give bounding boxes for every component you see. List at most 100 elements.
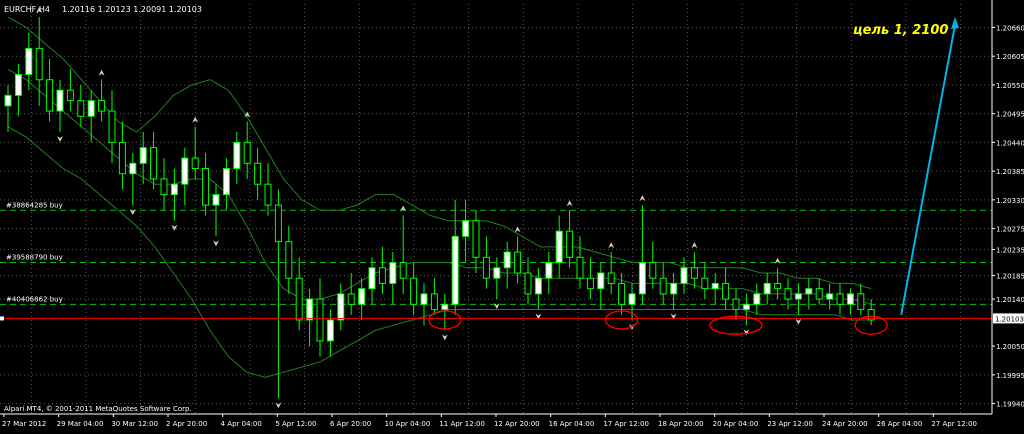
candle-body — [181, 157, 189, 185]
candle-body — [430, 293, 438, 311]
candle-body — [264, 183, 272, 206]
candle-body — [441, 303, 449, 311]
price-tick-label: 1.20660 — [996, 25, 1024, 33]
candle-body — [285, 241, 293, 279]
current-price-label: 1.20103 — [995, 315, 1024, 323]
price-tick-label: 1.20235 — [996, 246, 1024, 254]
candle-body — [129, 162, 137, 175]
price-tick-label: 1.19995 — [996, 372, 1024, 380]
candle-body — [222, 168, 230, 196]
candle-body — [836, 293, 844, 305]
chart-window[interactable]: #38864285 buy #39588790 buy #40406862 buy … — [0, 0, 1024, 430]
time-tick-label: 29 Mar 04:00 — [57, 420, 104, 428]
copyright-label: Alpari MT4, © 2001-2011 MetaQuotes Softw… — [4, 405, 192, 413]
candle-body — [472, 220, 480, 258]
candle-body — [753, 293, 761, 305]
time-tick-label: 2 Apr 20:00 — [166, 420, 207, 428]
candle-body — [233, 141, 241, 170]
candle-body — [826, 293, 834, 300]
ohlc-label: 1.20116 1.20123 1.20091 1.20103 — [62, 5, 202, 14]
candle-body — [638, 262, 646, 295]
candle-body — [482, 256, 490, 279]
candle-body — [805, 288, 813, 295]
order-line-label: #39588790 buy — [6, 254, 63, 262]
price-chart[interactable]: #38864285 buy#39588790 buy#40406862 buy … — [0, 0, 1024, 430]
candle-body — [160, 178, 168, 196]
candle-body — [451, 235, 459, 305]
symbol-label: EURCHF,H4 — [4, 5, 50, 14]
candle-body — [35, 47, 43, 81]
candle-body — [670, 282, 678, 295]
price-tick-label: 1.20440 — [996, 139, 1024, 147]
time-tick-label: 26 Apr 04:00 — [877, 420, 923, 428]
candle-body — [212, 194, 220, 206]
price-tick-label: 1.20050 — [996, 343, 1024, 351]
candle-body — [555, 230, 563, 264]
time-tick-label: 4 Apr 04:00 — [221, 420, 262, 428]
price-tick-label: 1.20385 — [996, 168, 1024, 176]
time-tick-label: 16 Apr 04:00 — [549, 420, 595, 428]
candle-body — [815, 288, 823, 300]
price-tick-label: 1.20140 — [996, 296, 1024, 304]
candle-body — [46, 79, 54, 112]
candle-body — [274, 204, 282, 243]
candle-body — [4, 94, 12, 107]
candle-body — [191, 157, 199, 170]
time-tick-label: 11 Apr 12:00 — [439, 420, 485, 428]
price-tick-label: 1.20605 — [996, 53, 1024, 61]
candle-body — [98, 100, 106, 112]
candle-body — [586, 277, 594, 290]
candle-body — [514, 251, 522, 274]
candle-body — [77, 100, 85, 117]
time-tick-label: 10 Apr 04:00 — [385, 420, 431, 428]
candle-body — [347, 293, 355, 305]
time-tick-label: 24 Apr 20:00 — [822, 420, 868, 428]
price-tick-label: 1.20275 — [996, 226, 1024, 234]
order-line-label: #38864285 buy — [6, 201, 63, 209]
time-tick-label: 17 Apr 12:00 — [603, 420, 649, 428]
candle-body — [857, 293, 865, 311]
time-tick-label: 27 Apr 12:00 — [931, 420, 977, 428]
candle-body — [701, 277, 709, 290]
price-tick-label: 1.19940 — [996, 401, 1024, 409]
candle-body — [659, 277, 667, 295]
candle-body — [680, 267, 688, 284]
price-tick-label: 1.20330 — [996, 197, 1024, 205]
candle-body — [784, 288, 792, 300]
candle-body — [326, 319, 334, 342]
chart-background — [0, 0, 1024, 430]
candle-body — [378, 267, 386, 284]
candle-body — [576, 256, 584, 279]
candle-body — [368, 267, 376, 290]
candle-body — [358, 288, 366, 305]
time-tick-label: 27 Mar 2012 — [2, 420, 46, 428]
order-line-label: #40406862 buy — [6, 295, 63, 303]
price-tick-label: 1.20495 — [996, 111, 1024, 119]
candle-body — [14, 74, 22, 96]
candle-body — [566, 230, 574, 258]
candle-body — [254, 162, 262, 185]
price-line-handle — [0, 316, 4, 321]
candle-body — [420, 293, 428, 305]
candle-body — [25, 47, 33, 76]
time-tick-label: 20 Apr 04:00 — [713, 420, 759, 428]
candle-body — [607, 272, 615, 284]
candle-body — [87, 100, 95, 117]
price-tick-label: 1.20550 — [996, 82, 1024, 90]
candle-body — [410, 277, 418, 305]
candle-body — [139, 147, 147, 164]
candle-body — [337, 293, 345, 321]
candle-body — [243, 141, 251, 164]
candle-body — [118, 141, 126, 175]
candle-body — [628, 293, 636, 305]
candle-body — [493, 267, 501, 279]
candle-body — [56, 89, 64, 112]
candle-body — [732, 298, 740, 311]
candle-body — [742, 303, 750, 311]
candle-body — [534, 277, 542, 295]
candle-body — [649, 262, 657, 279]
candle-body — [295, 277, 303, 321]
candle-body — [690, 267, 698, 279]
candle-body — [170, 183, 178, 196]
time-tick-label: 6 Apr 20:00 — [330, 420, 371, 428]
